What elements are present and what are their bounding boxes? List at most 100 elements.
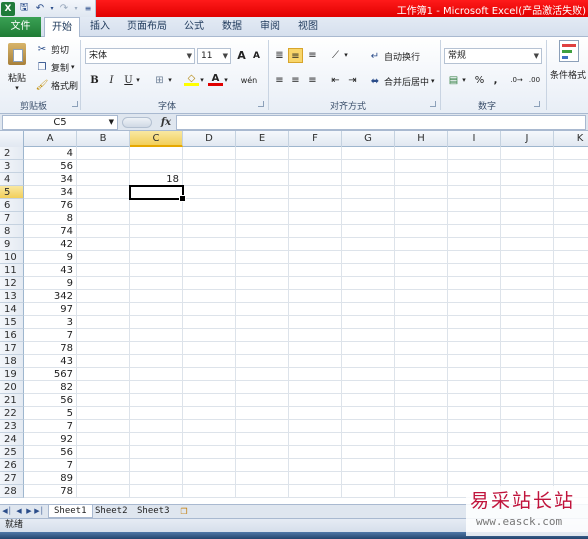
cell-e2[interactable]	[236, 147, 289, 160]
font-launcher-icon[interactable]	[258, 101, 264, 107]
grow-font-button[interactable]: A	[234, 48, 249, 63]
row-header[interactable]: 2	[0, 147, 24, 160]
cell-f2[interactable]	[289, 147, 342, 160]
cell-g8[interactable]	[342, 225, 395, 238]
cell-d3[interactable]	[183, 160, 236, 173]
cell-k16[interactable]	[554, 329, 588, 342]
cell-g12[interactable]	[342, 277, 395, 290]
cell-k7[interactable]	[554, 212, 588, 225]
align-left-icon[interactable]: ≡	[272, 73, 287, 88]
cell-e11[interactable]	[236, 264, 289, 277]
cell-e27[interactable]	[236, 472, 289, 485]
cell-j20[interactable]	[501, 381, 554, 394]
cell-h10[interactable]	[395, 251, 448, 264]
row-header[interactable]: 6	[0, 199, 24, 212]
wrap-text-button[interactable]: ↵ 自动换行	[368, 48, 420, 64]
cell-i25[interactable]	[448, 446, 501, 459]
cell-i27[interactable]	[448, 472, 501, 485]
cell-c13[interactable]	[130, 290, 183, 303]
cell-f26[interactable]	[289, 459, 342, 472]
cell-j2[interactable]	[501, 147, 554, 160]
cell-b18[interactable]	[77, 355, 130, 368]
cell-b6[interactable]	[77, 199, 130, 212]
cell-e5[interactable]	[236, 186, 289, 199]
comma-button[interactable]: ,	[488, 73, 503, 88]
cell-a28[interactable]: 78	[24, 485, 77, 498]
cell-j19[interactable]	[501, 368, 554, 381]
cell-d17[interactable]	[183, 342, 236, 355]
cell-j22[interactable]	[501, 407, 554, 420]
cell-a15[interactable]: 3	[24, 316, 77, 329]
cell-d27[interactable]	[183, 472, 236, 485]
cell-a8[interactable]: 74	[24, 225, 77, 238]
cell-h13[interactable]	[395, 290, 448, 303]
row-header[interactable]: 11	[0, 264, 24, 277]
cell-e24[interactable]	[236, 433, 289, 446]
cell-g10[interactable]	[342, 251, 395, 264]
cell-h28[interactable]	[395, 485, 448, 498]
cell-d7[interactable]	[183, 212, 236, 225]
cell-a2[interactable]: 4	[24, 147, 77, 160]
cell-e9[interactable]	[236, 238, 289, 251]
cell-h18[interactable]	[395, 355, 448, 368]
cell-k26[interactable]	[554, 459, 588, 472]
cell-g25[interactable]	[342, 446, 395, 459]
cell-e4[interactable]	[236, 173, 289, 186]
cell-d20[interactable]	[183, 381, 236, 394]
cell-b17[interactable]	[77, 342, 130, 355]
italic-button[interactable]: I	[104, 73, 119, 88]
percent-button[interactable]: %	[472, 73, 487, 88]
cell-b9[interactable]	[77, 238, 130, 251]
cell-j3[interactable]	[501, 160, 554, 173]
cell-c22[interactable]	[130, 407, 183, 420]
cell-i3[interactable]	[448, 160, 501, 173]
cell-g5[interactable]	[342, 186, 395, 199]
cell-j5[interactable]	[501, 186, 554, 199]
cell-g19[interactable]	[342, 368, 395, 381]
cell-h22[interactable]	[395, 407, 448, 420]
cell-h3[interactable]	[395, 160, 448, 173]
cell-i11[interactable]	[448, 264, 501, 277]
cell-i9[interactable]	[448, 238, 501, 251]
cell-e28[interactable]	[236, 485, 289, 498]
cell-c4[interactable]: 18	[130, 173, 183, 186]
cell-d13[interactable]	[183, 290, 236, 303]
cell-c11[interactable]	[130, 264, 183, 277]
insert-function-button[interactable]: fx	[157, 115, 175, 130]
cell-a10[interactable]: 9	[24, 251, 77, 264]
cell-g24[interactable]	[342, 433, 395, 446]
cell-f8[interactable]	[289, 225, 342, 238]
cell-j11[interactable]	[501, 264, 554, 277]
cell-f28[interactable]	[289, 485, 342, 498]
cell-k2[interactable]	[554, 147, 588, 160]
cell-e7[interactable]	[236, 212, 289, 225]
select-all-corner[interactable]	[0, 131, 24, 147]
cell-e3[interactable]	[236, 160, 289, 173]
row-header[interactable]: 20	[0, 381, 24, 394]
cell-d2[interactable]	[183, 147, 236, 160]
cell-e15[interactable]	[236, 316, 289, 329]
orientation-icon[interactable]: ⟋	[328, 48, 343, 63]
cell-a23[interactable]: 7	[24, 420, 77, 433]
cell-e17[interactable]	[236, 342, 289, 355]
cell-h17[interactable]	[395, 342, 448, 355]
cell-i4[interactable]	[448, 173, 501, 186]
cell-b23[interactable]	[77, 420, 130, 433]
cell-g27[interactable]	[342, 472, 395, 485]
row-header[interactable]: 23	[0, 420, 24, 433]
cell-i16[interactable]	[448, 329, 501, 342]
cell-a26[interactable]: 7	[24, 459, 77, 472]
cell-j13[interactable]	[501, 290, 554, 303]
cell-k12[interactable]	[554, 277, 588, 290]
cell-d4[interactable]	[183, 173, 236, 186]
cell-i7[interactable]	[448, 212, 501, 225]
cell-k15[interactable]	[554, 316, 588, 329]
chevron-down-icon[interactable]: ▾	[460, 73, 468, 88]
cell-f4[interactable]	[289, 173, 342, 186]
cell-g28[interactable]	[342, 485, 395, 498]
cell-d15[interactable]	[183, 316, 236, 329]
cell-b7[interactable]	[77, 212, 130, 225]
column-header-e[interactable]: E	[236, 131, 289, 147]
cell-a12[interactable]: 9	[24, 277, 77, 290]
row-header[interactable]: 28	[0, 485, 24, 498]
